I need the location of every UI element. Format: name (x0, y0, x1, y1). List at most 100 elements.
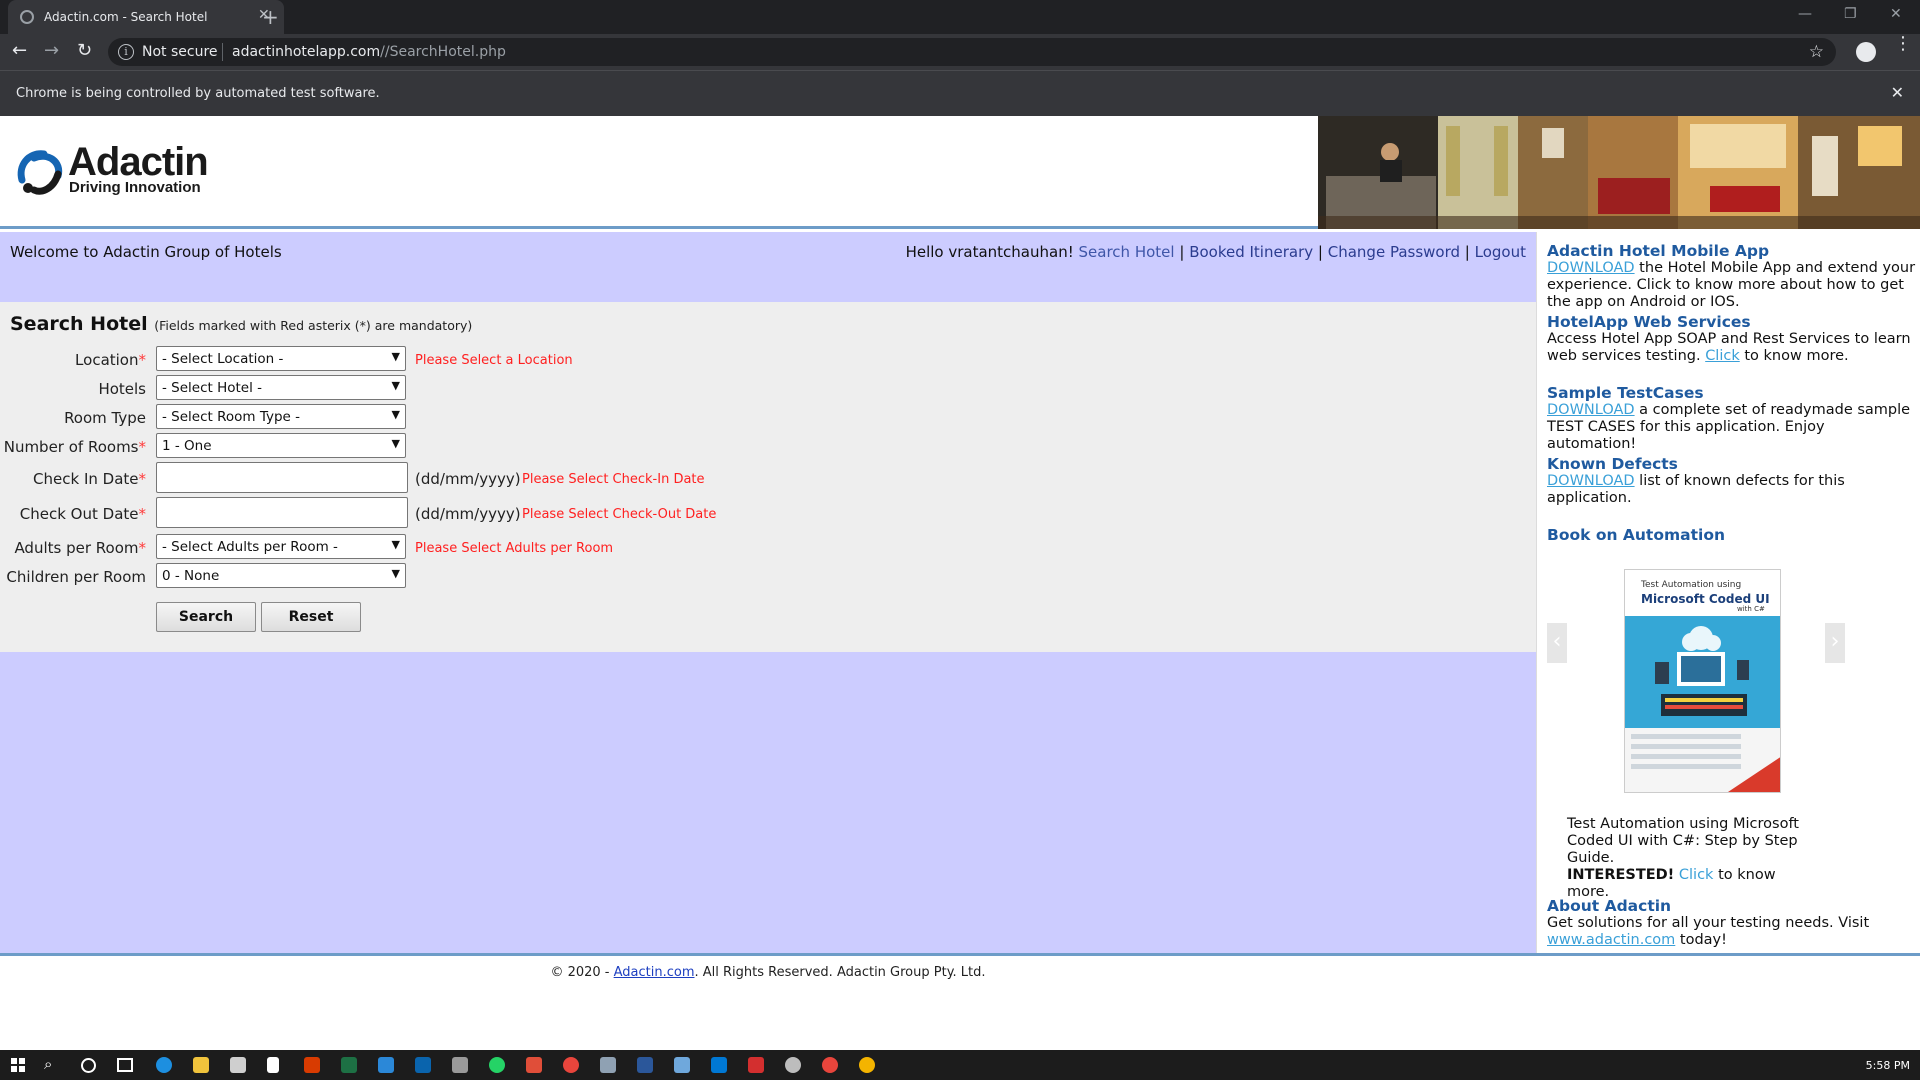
browser-toolbar: ← → ↻ i Not secure adactinhotelapp.com//… (0, 34, 1920, 70)
check-out-error: Please Select Check-Out Date (522, 507, 717, 522)
vscode-icon[interactable] (711, 1057, 727, 1073)
chrome-icon[interactable] (822, 1057, 838, 1073)
bookmark-star-icon[interactable]: ☆ (1809, 42, 1824, 62)
app-icon[interactable] (674, 1057, 690, 1073)
check-in-input[interactable] (156, 462, 408, 493)
location-error: Please Select a Location (415, 353, 573, 368)
footer-adactin-link[interactable]: Adactin.com (614, 965, 695, 980)
chrome-icon[interactable] (563, 1057, 579, 1073)
word-icon[interactable] (637, 1057, 653, 1073)
location-label-text: Location (75, 351, 139, 369)
date-format-hint: (dd/mm/yyyy) (415, 470, 521, 488)
remote-desktop-icon[interactable] (600, 1057, 616, 1073)
back-icon[interactable]: ← (12, 41, 27, 61)
task-view-icon[interactable] (117, 1058, 133, 1072)
rooms-select[interactable]: 1 - One ▼ (156, 433, 406, 458)
check-out-label: Check Out Date* (20, 505, 146, 523)
address-bar[interactable]: i Not secure adactinhotelapp.com//Search… (108, 38, 1836, 66)
notepad-icon[interactable] (267, 1057, 279, 1073)
search-hotel-form: Search Hotel (Fields marked with Red ast… (0, 302, 1536, 652)
forward-icon[interactable]: → (44, 41, 59, 61)
reload-icon[interactable]: ↻ (77, 41, 92, 61)
search-button[interactable]: Search (156, 602, 256, 632)
known-defects-text: DOWNLOAD list of known defects for this … (1547, 473, 1917, 507)
adults-label-text: Adults per Room (14, 539, 139, 557)
clock[interactable]: 5:58 PM (1866, 1059, 1910, 1072)
reset-button[interactable]: Reset (261, 602, 361, 632)
book-click-link[interactable]: Click (1679, 867, 1714, 883)
welcome-text: Welcome to Adactin Group of Hotels (10, 243, 282, 261)
check-out-input[interactable] (156, 497, 408, 528)
check-in-row: Check In Date* (dd/mm/yyyy) Please Selec… (0, 462, 1000, 494)
chrome-menu-icon[interactable]: ⋮ (1894, 35, 1912, 53)
url-host: adactinhotelapp.com (232, 44, 381, 60)
adults-select[interactable]: - Select Adults per Room - ▼ (156, 534, 406, 559)
close-infobar-icon[interactable]: ✕ (1891, 83, 1904, 102)
site-footer: © 2020 - Adactin.com. All Rights Reserve… (0, 953, 1920, 1050)
chevron-down-icon: ▼ (391, 437, 400, 450)
location-select[interactable]: - Select Location - ▼ (156, 346, 406, 371)
testcases-download-link[interactable]: DOWNLOAD (1547, 402, 1635, 418)
calculator-icon[interactable] (452, 1057, 468, 1073)
about-description: Get solutions for all your testing needs… (1547, 915, 1870, 931)
settings-icon[interactable] (785, 1057, 801, 1073)
required-asterisk: * (138, 351, 147, 369)
app-icon[interactable] (526, 1057, 542, 1073)
mail-icon[interactable] (378, 1057, 394, 1073)
required-asterisk: * (138, 539, 147, 557)
office-icon[interactable] (304, 1057, 320, 1073)
room-type-select[interactable]: - Select Room Type - ▼ (156, 404, 406, 429)
book-cover-small: Test Automation using (1641, 580, 1742, 590)
adactin-logo[interactable]: Adactin Driving Innovation (14, 140, 254, 204)
web-page: Adactin Driving Innovation Welcome to Ad… (0, 116, 1920, 1050)
restore-icon[interactable]: ❐ (1844, 6, 1857, 22)
acrobat-icon[interactable] (748, 1057, 764, 1073)
book-cover[interactable]: Test Automation using Microsoft Coded UI… (1624, 569, 1781, 793)
book-interested: INTERESTED! (1567, 867, 1675, 883)
minimize-icon[interactable]: — (1798, 6, 1812, 22)
mobile-app-download-link[interactable]: DOWNLOAD (1547, 260, 1635, 276)
children-select[interactable]: 0 - None ▼ (156, 563, 406, 588)
nav-search-hotel[interactable]: Search Hotel (1079, 243, 1175, 261)
testcases-text: DOWNLOAD a complete set of readymade sam… (1547, 402, 1917, 453)
url-text[interactable]: adactinhotelapp.com//SearchHotel.php (232, 44, 506, 60)
nav-change-password[interactable]: Change Password (1328, 243, 1460, 261)
excel-icon[interactable] (341, 1057, 357, 1073)
file-explorer-icon[interactable] (193, 1057, 209, 1073)
carousel-next-icon[interactable]: › (1825, 623, 1845, 663)
adults-value: - Select Adults per Room - (162, 539, 338, 555)
security-label[interactable]: Not secure (142, 44, 218, 60)
main-content: Welcome to Adactin Group of Hotels Hello… (0, 232, 1536, 953)
logo-tagline: Driving Innovation (69, 179, 201, 196)
windows-start-icon[interactable] (11, 1058, 25, 1072)
adults-label: Adults per Room* (14, 539, 146, 557)
site-header: Adactin Driving Innovation (0, 116, 1920, 229)
browser-tab[interactable]: Adactin.com - Search Hotel ✕ (8, 0, 284, 34)
carousel-prev-icon[interactable]: ‹ (1547, 623, 1567, 663)
close-window-icon[interactable]: ✕ (1890, 6, 1902, 22)
cortana-icon[interactable] (81, 1058, 96, 1073)
windows-taskbar: ⌕ 5:58 PM (0, 1050, 1920, 1080)
hotels-select[interactable]: - Select Hotel - ▼ (156, 375, 406, 400)
search-icon[interactable]: ⌕ (44, 1055, 52, 1073)
edge-icon[interactable] (156, 1057, 172, 1073)
new-tab-icon[interactable]: + (262, 5, 279, 29)
nav-separator: | (1179, 243, 1185, 261)
profile-icon[interactable] (1856, 42, 1876, 62)
info-icon[interactable]: i (118, 44, 134, 60)
known-defects-download-link[interactable]: DOWNLOAD (1547, 473, 1635, 489)
nav-logout[interactable]: Logout (1475, 243, 1526, 261)
outlook-icon[interactable] (415, 1057, 431, 1073)
chrome-icon[interactable] (859, 1057, 875, 1073)
check-in-label-text: Check In Date (33, 470, 139, 488)
book-cover-art (1625, 616, 1780, 792)
chevron-down-icon: ▼ (391, 538, 400, 551)
whatsapp-icon[interactable] (489, 1057, 505, 1073)
web-services-click-link[interactable]: Click (1705, 348, 1740, 364)
hotels-row: Hotels - Select Hotel - ▼ (0, 375, 1000, 403)
adactin-website-link[interactable]: www.adactin.com (1547, 932, 1675, 948)
store-icon[interactable] (230, 1057, 246, 1073)
testcases-heading: Sample TestCases (1547, 384, 1704, 402)
nav-booked-itinerary[interactable]: Booked Itinerary (1189, 243, 1313, 261)
web-services-text: Access Hotel App SOAP and Rest Services … (1547, 331, 1917, 365)
